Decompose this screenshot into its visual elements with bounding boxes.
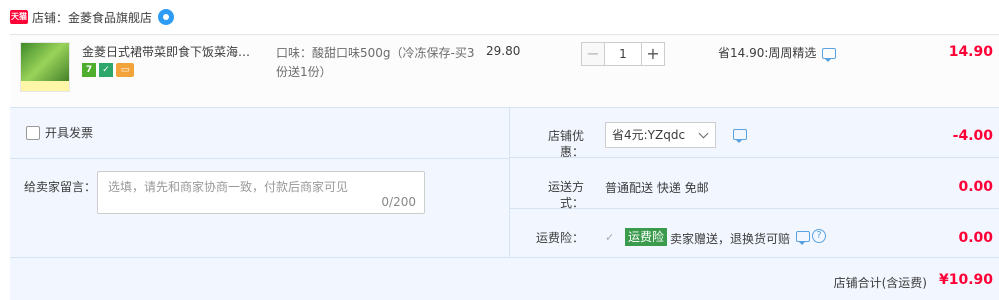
insurance-label: 运费险：: [535, 231, 584, 245]
invoice-checkbox[interactable]: [26, 125, 40, 140]
product-thumbnail[interactable]: [20, 42, 70, 92]
promotion-text: 省14.90:周周精选: [718, 46, 817, 60]
shop-name[interactable]: 店铺：金菱食品旗舰店: [32, 9, 152, 26]
right-options: 店铺优惠： 省4元:YZqdc -4.00 运送方式： 普通配送 快递 免邮 0…: [510, 108, 999, 258]
divider: [10, 158, 510, 159]
seven-day-return-icon[interactable]: 7: [82, 63, 96, 77]
coupon-select[interactable]: 省4元:YZqdc: [605, 122, 716, 148]
coupon-discount-value: -4.00: [952, 128, 993, 144]
invoice-option[interactable]: 开具发票: [26, 124, 93, 141]
seller-message-label: 给卖家留言：: [24, 180, 97, 194]
insurance-row: 运费险： ✓ 运费险 卖家赠送，退换货可赔 ? 0.00: [510, 210, 999, 260]
left-options: 开具发票 给卖家留言： 选填，请先和商家协商一致，付款后商家可见 0/200: [10, 108, 510, 258]
promotion: 省14.90:周周精选: [718, 44, 837, 62]
shop-header: 天猫 店铺：金菱食品旗舰店: [0, 0, 999, 34]
shipping-fee-value: 0.00: [958, 179, 993, 195]
check-icon: ✓: [605, 231, 615, 244]
quantity-input[interactable]: 1: [605, 42, 641, 66]
coupon-selected: 省4元:YZqdc: [612, 128, 686, 142]
message-char-count: 0/200: [381, 195, 416, 209]
wangwang-chat-icon[interactable]: [158, 9, 175, 25]
seller-message-placeholder: 选填，请先和商家协商一致，付款后商家可见: [108, 180, 349, 194]
chevron-down-icon: [698, 128, 709, 139]
help-icon[interactable]: ?: [812, 229, 826, 243]
quantity-minus-button[interactable]: −: [581, 42, 605, 66]
product-title[interactable]: 金菱日式裙带菜即食下饭菜海带…: [82, 44, 258, 60]
order-options-panel: 开具发票 给卖家留言： 选填，请先和商家协商一致，付款后商家可见 0/200 店…: [10, 107, 999, 258]
coupon-comment-icon[interactable]: [733, 129, 747, 143]
insurance-text: 卖家赠送，退换货可赔: [670, 232, 791, 246]
insurance-tag: 运费险: [625, 228, 668, 246]
promo-comment-icon[interactable]: [822, 48, 837, 62]
shipping-row: 运送方式： 普通配送 快递 免邮 0.00: [510, 159, 999, 210]
insurance-fee-value: 0.00: [958, 230, 993, 246]
insurance-comment-icon[interactable]: [796, 231, 810, 245]
thumbnail-label-strip: [21, 81, 69, 91]
shop-total-bar: 店铺合计(含运费) ¥10.90: [10, 257, 999, 300]
shipping-label: 运送方式：: [547, 180, 584, 210]
item-subtotal: 14.90: [948, 44, 993, 60]
tmall-badge: 天猫: [10, 10, 28, 24]
cart-item-row: 金菱日式裙带菜即食下饭菜海带… 7 ✓ ▭ 口味：酸甜口味500g（冷冻保存-买…: [10, 34, 999, 107]
quantity-stepper: − 1 +: [581, 42, 665, 66]
unit-price: 29.80: [486, 44, 521, 58]
service-icons: 7 ✓ ▭: [82, 63, 134, 77]
seller-message-input[interactable]: 选填，请先和商家协商一致，付款后商家可见 0/200: [97, 171, 425, 214]
coupon-row: 店铺优惠： 省4元:YZqdc -4.00: [510, 108, 999, 159]
coupon-label: 店铺优惠：: [547, 129, 584, 159]
quantity-plus-button[interactable]: +: [641, 42, 665, 66]
shop-total-value: ¥10.90: [938, 272, 993, 288]
shop-total-label: 店铺合计(含运费): [833, 276, 927, 290]
card-icon[interactable]: ▭: [116, 63, 134, 77]
invoice-label: 开具发票: [45, 126, 94, 140]
shipping-method: 普通配送 快递 免邮: [605, 181, 709, 195]
product-spec: 口味：酸甜口味500g（冷冻保存-买3份送1份）: [276, 46, 475, 79]
shield-icon[interactable]: ✓: [99, 63, 113, 77]
